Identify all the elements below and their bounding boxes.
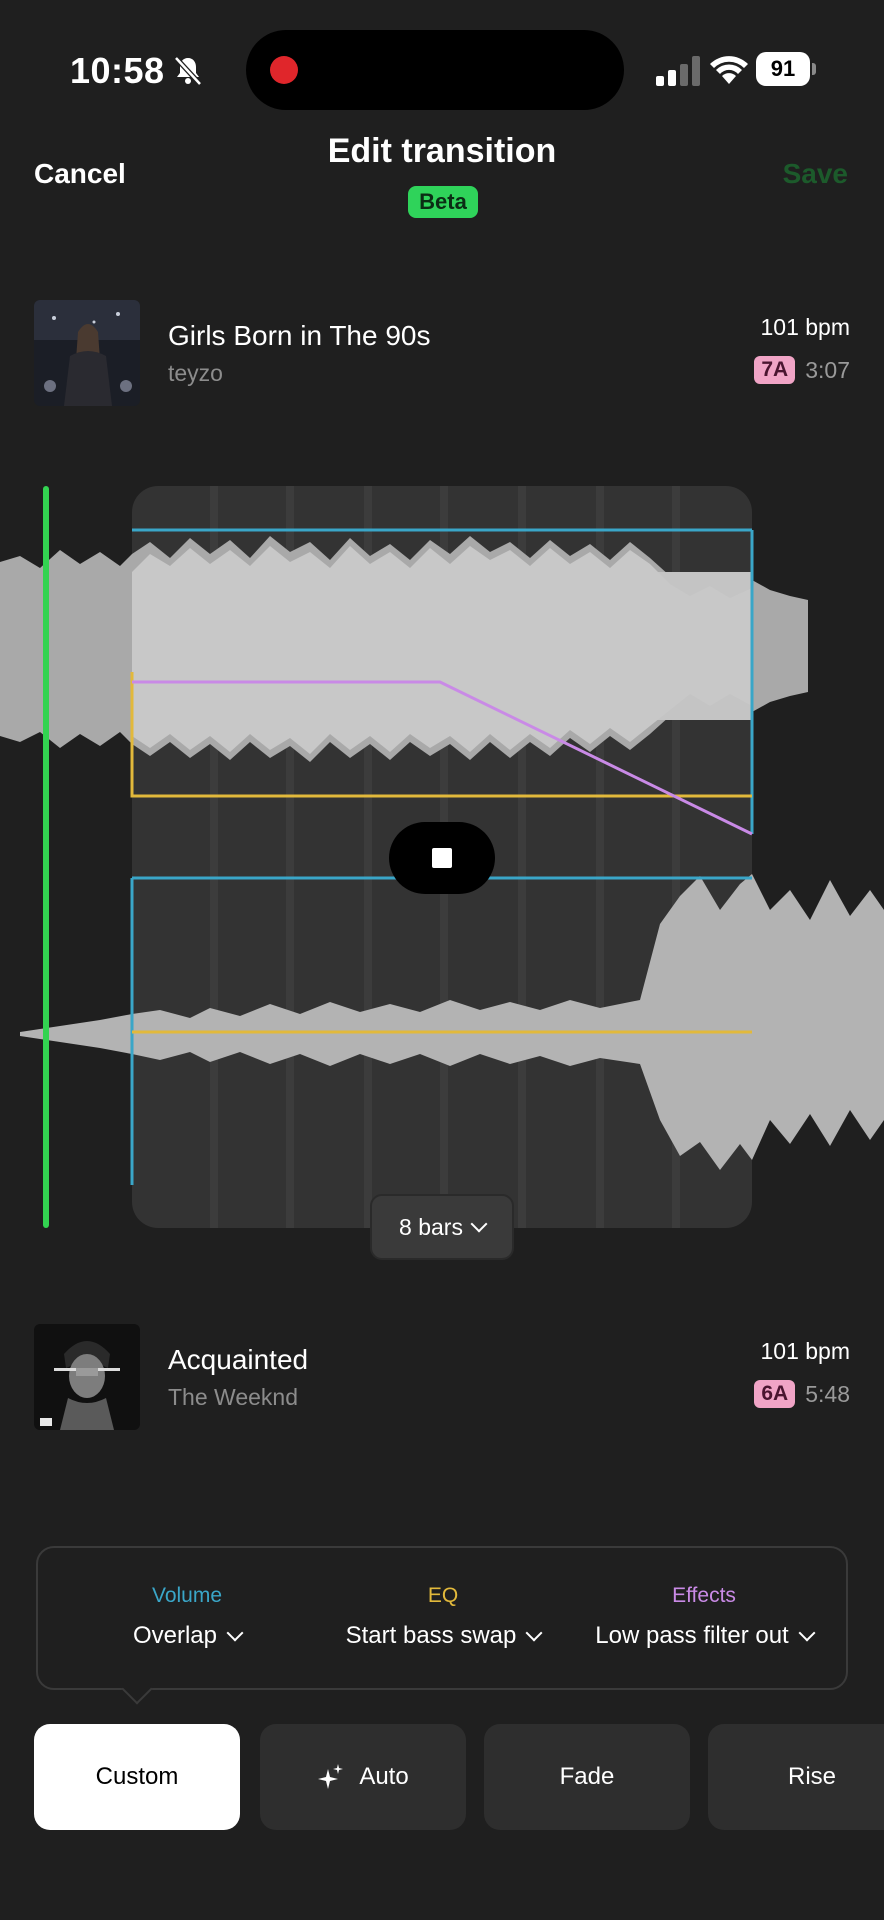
- tab-fade[interactable]: Fade: [484, 1724, 690, 1830]
- tab-rise-label: Rise: [788, 1763, 837, 1790]
- tab-rise[interactable]: Rise: [708, 1724, 884, 1830]
- tab-auto-label: Auto: [359, 1763, 409, 1790]
- chevron-down-icon: [470, 1215, 488, 1233]
- track-to-cover: [34, 1324, 140, 1430]
- signal-icon: [656, 56, 700, 86]
- track-from-key-badge: 7A: [754, 356, 796, 384]
- battery-level: 91: [756, 52, 810, 86]
- stop-icon: [432, 848, 452, 868]
- chevron-down-icon: [798, 1624, 816, 1642]
- tab-auto[interactable]: Auto: [260, 1724, 466, 1830]
- battery-icon: 91: [756, 52, 816, 86]
- track-to-key-badge: 6A: [754, 1380, 796, 1408]
- eq-label: EQ: [427, 1584, 459, 1607]
- track-from-row[interactable]: Girls Born in The 90s teyzo 101 bpm 7A 3…: [34, 300, 850, 406]
- save-button[interactable]: Save: [783, 158, 848, 190]
- record-icon: [270, 56, 298, 84]
- stop-button[interactable]: [389, 822, 495, 894]
- tab-fade-label: Fade: [559, 1763, 615, 1790]
- bell-slash-icon: [174, 56, 202, 86]
- track-from-cover: [34, 300, 140, 406]
- track-to-row[interactable]: Acquainted The Weeknd 101 bpm 6A 5:48: [34, 1324, 850, 1430]
- bars-selector[interactable]: 8 bars: [370, 1194, 514, 1260]
- sparkles-icon: [318, 1764, 344, 1789]
- effects-value: Low pass filter out: [595, 1622, 789, 1649]
- track-from-duration: 3:07: [805, 356, 850, 383]
- track-to-title: Acquainted: [168, 1344, 309, 1375]
- status-time: 10:58: [70, 50, 165, 91]
- bars-label: 8 bars: [399, 1213, 463, 1240]
- transition-settings-panel: Volume Overlap EQ Start bass swap Effect…: [36, 1546, 848, 1705]
- chevron-down-icon: [226, 1624, 244, 1642]
- wifi-icon: [710, 56, 748, 84]
- page-title: Edit transition: [327, 132, 557, 170]
- track-from-bpm: 101 bpm: [760, 314, 850, 340]
- track-from-title: Girls Born in The 90s: [168, 320, 431, 351]
- eq-control[interactable]: EQ Start bass swap: [328, 1584, 558, 1650]
- playhead: [43, 486, 49, 1228]
- volume-label: Volume: [151, 1584, 223, 1607]
- track-to-duration: 5:48: [805, 1380, 850, 1407]
- status-bar: 10:58 91: [0, 0, 884, 140]
- track-to-bpm: 101 bpm: [760, 1338, 850, 1364]
- track-from-artist: teyzo: [168, 360, 223, 386]
- track-to-artist: The Weeknd: [168, 1384, 298, 1410]
- tab-custom[interactable]: Custom: [34, 1724, 240, 1830]
- volume-control[interactable]: Volume Overlap: [72, 1584, 302, 1650]
- beta-badge: Beta: [408, 186, 478, 218]
- effects-label: Effects: [672, 1584, 736, 1607]
- effects-control[interactable]: Effects Low pass filter out: [574, 1584, 834, 1650]
- transition-editor[interactable]: 8 bars: [0, 480, 884, 1260]
- dynamic-island: [246, 30, 624, 110]
- chevron-down-icon: [525, 1624, 543, 1642]
- volume-value: Overlap: [132, 1622, 218, 1649]
- eq-value: Start bass swap: [345, 1622, 517, 1649]
- tab-custom-label: Custom: [95, 1763, 179, 1790]
